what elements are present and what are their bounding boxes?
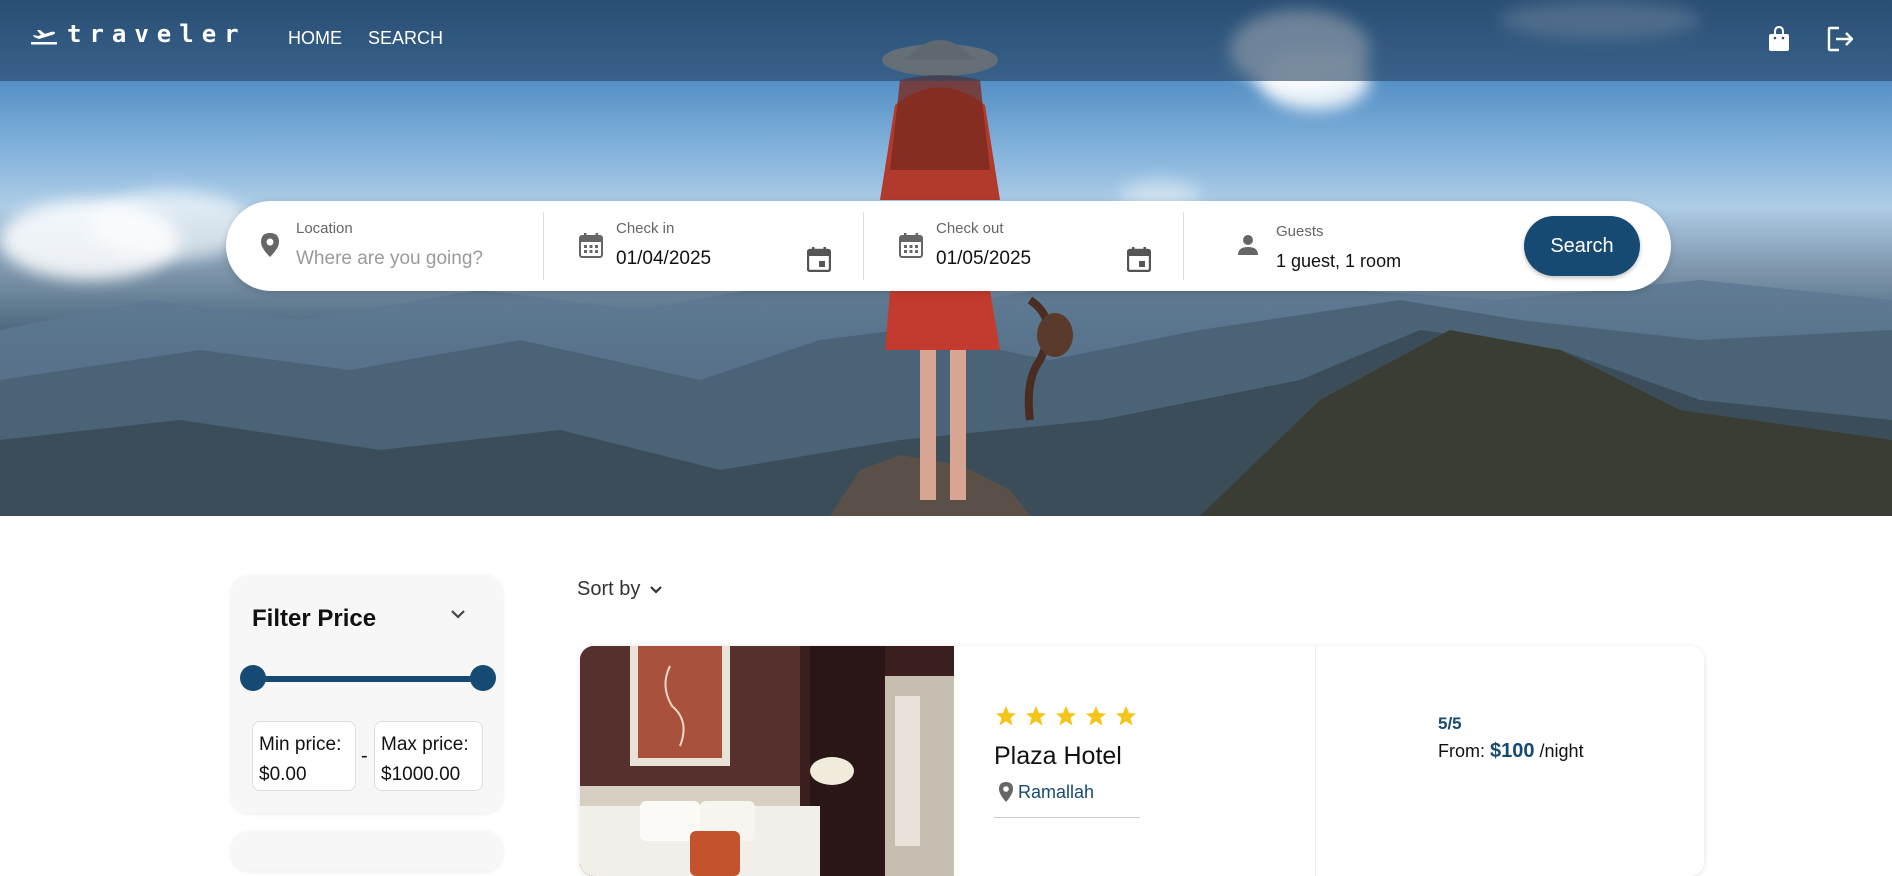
location-label: Location: [296, 220, 353, 237]
sort-label: Sort by: [577, 578, 641, 600]
guests-segment[interactable]: Guests 1 guest, 1 room: [1184, 201, 1514, 291]
search-bar: Location Check in 01/04/2025 Check: [226, 201, 1671, 291]
checkout-value[interactable]: 01/05/2025: [936, 248, 1031, 270]
calendar-icon: [579, 233, 603, 258]
location-input[interactable]: [296, 248, 526, 270]
max-price-box[interactable]: Max price: $1000.00: [374, 721, 483, 791]
price-separator: -: [361, 745, 368, 767]
min-price-label: Min price:: [259, 734, 342, 755]
header-icons: [1764, 24, 1856, 54]
hotel-card[interactable]: Plaza Hotel Ramallah 5/5 From: $100 /nig…: [580, 646, 1704, 876]
calendar-picker-icon[interactable]: [807, 246, 831, 272]
hotel-name[interactable]: Plaza Hotel: [994, 742, 1122, 771]
sort-dropdown[interactable]: Sort by: [577, 578, 664, 601]
min-price-value: $0.00: [259, 764, 307, 785]
star-icon: [1086, 706, 1106, 726]
price-slider-track[interactable]: [251, 676, 481, 682]
location-segment[interactable]: Location: [226, 201, 542, 291]
calendar-icon: [899, 233, 923, 258]
checkin-segment[interactable]: Check in 01/04/2025: [544, 201, 864, 291]
hotel-image[interactable]: [580, 646, 954, 876]
max-price-label: Max price:: [381, 734, 469, 755]
guests-label: Guests: [1276, 223, 1324, 240]
hotel-location[interactable]: Ramallah: [998, 781, 1094, 803]
logo[interactable]: traveler: [31, 20, 247, 48]
checkin-label: Check in: [616, 220, 675, 237]
checkin-value[interactable]: 01/04/2025: [616, 248, 711, 270]
filter-panel-secondary[interactable]: [231, 831, 503, 871]
nav-home[interactable]: HOME: [288, 28, 342, 49]
star-rating: [994, 704, 1138, 728]
hotel-price-panel: 5/5 From: $100 /night: [1315, 646, 1704, 876]
guests-value[interactable]: 1 guest, 1 room: [1276, 251, 1401, 272]
search-button[interactable]: Search: [1524, 216, 1640, 276]
chevron-down-icon[interactable]: [449, 608, 467, 620]
price-amount: $100: [1490, 740, 1535, 762]
star-icon: [1116, 706, 1136, 726]
main-nav: HOME SEARCH: [288, 28, 443, 49]
hotel-location-text: Ramallah: [1018, 781, 1095, 802]
person-icon: [1238, 235, 1258, 255]
star-icon: [1056, 706, 1076, 726]
airplane-takeoff-icon: [31, 30, 57, 45]
price-suffix: /night: [1539, 741, 1584, 761]
hotel-rating: 5/5: [1438, 714, 1462, 733]
checkout-segment[interactable]: Check out 01/05/2025: [864, 201, 1184, 291]
star-icon: [1026, 706, 1046, 726]
star-icon: [996, 706, 1016, 726]
max-price-value: $1000.00: [381, 764, 461, 785]
logo-text: traveler: [67, 20, 247, 48]
price-prefix: From:: [1438, 741, 1485, 761]
min-price-box[interactable]: Min price: $0.00: [252, 721, 356, 791]
filter-price-panel: Filter Price Min price: $0.00 - Max pric…: [231, 575, 503, 813]
filter-title: Filter Price: [252, 605, 377, 632]
calendar-picker-icon[interactable]: [1127, 246, 1151, 272]
checkout-label: Check out: [936, 220, 1004, 237]
logout-icon[interactable]: [1826, 24, 1856, 54]
price-slider-max-handle[interactable]: [470, 665, 496, 691]
price-slider-min-handle[interactable]: [240, 665, 266, 691]
nav-search[interactable]: SEARCH: [368, 28, 443, 49]
location-pin-icon: [261, 233, 279, 257]
divider: [994, 817, 1140, 818]
shopping-bag-icon[interactable]: [1764, 24, 1794, 54]
hotel-price: From: $100 /night: [1438, 740, 1584, 763]
location-pin-icon: [999, 782, 1013, 802]
chevron-down-icon: [650, 585, 663, 594]
top-navbar: traveler HOME SEARCH: [0, 0, 1892, 81]
